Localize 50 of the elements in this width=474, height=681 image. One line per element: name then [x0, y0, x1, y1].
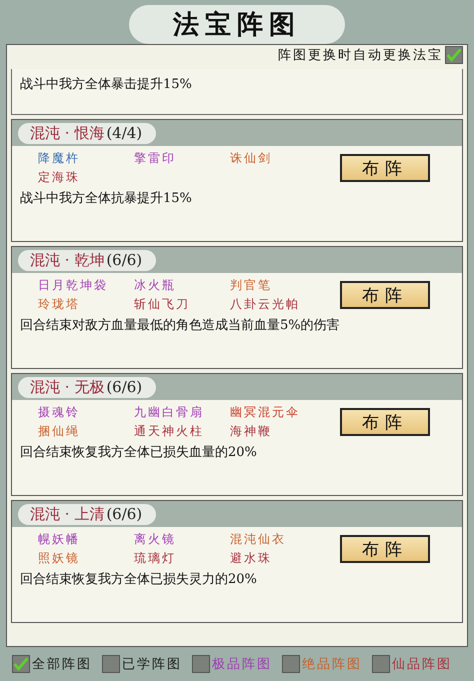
- treasure-name: 九幽白骨扇: [134, 404, 205, 421]
- treasure-name: 琉璃灯: [134, 550, 177, 567]
- treasure-name: 海神鞭: [230, 423, 273, 440]
- filter-label: 绝品阵图: [302, 656, 362, 673]
- formation-title: 混沌 · 乾坤(6/6): [18, 250, 156, 270]
- formation-title: 混沌 · 恨海(4/4): [18, 122, 156, 144]
- checkmark-icon: [13, 656, 29, 672]
- effect-text: 回合结束恢复我方全体已损失血量的20%: [19, 444, 258, 462]
- treasure-name: 捆仙绳: [38, 423, 81, 440]
- deploy-button[interactable]: 布阵: [340, 535, 430, 563]
- deploy-button[interactable]: 布阵: [340, 154, 430, 182]
- treasure-name: 定海珠: [38, 169, 81, 186]
- effect-text: 战斗中我方全体抗暴提升15%: [19, 190, 193, 208]
- treasure-name: 通天神火柱: [134, 423, 205, 440]
- filter-label: 全部阵图: [32, 656, 92, 673]
- filter-checkbox[interactable]: [282, 655, 300, 673]
- filter-checkbox[interactable]: [192, 655, 210, 673]
- treasure-name: 离火镜: [134, 531, 177, 548]
- treasure-name: 幽冥混元伞: [230, 404, 301, 421]
- treasure-name: 诛仙剑: [230, 150, 273, 167]
- checkmark-icon: [446, 47, 462, 63]
- effect-text: 战斗中我方全体暴击提升15%: [20, 77, 192, 92]
- effect-text: 回合结束对敌方血量最低的角色造成当前血量5%的伤害: [19, 317, 341, 335]
- window-title: 法宝阵图: [129, 4, 345, 44]
- auto-switch-label: 阵图更换时自动更换法宝: [278, 47, 443, 64]
- auto-switch-checkbox[interactable]: [445, 46, 463, 64]
- treasure-name: 斩仙飞刀: [134, 296, 191, 313]
- treasure-name: 照妖镜: [38, 550, 81, 567]
- filter-label: 极品阵图: [212, 656, 272, 673]
- treasure-name: 八卦云光帕: [230, 296, 301, 313]
- treasure-name: 判官笔: [230, 277, 273, 294]
- treasure-name: 擎雷印: [134, 150, 177, 167]
- deploy-button[interactable]: 布阵: [340, 281, 430, 309]
- filter-label: 仙品阵图: [392, 656, 452, 673]
- treasure-name: 玲珑塔: [38, 296, 81, 313]
- effect-text: 回合结束恢复我方全体已损失灵力的20%: [19, 571, 258, 589]
- filter-label: 已学阵图: [122, 656, 182, 673]
- formation-title: 混沌 · 上清(6/6): [18, 504, 156, 524]
- treasure-name: 避水珠: [230, 550, 273, 567]
- treasure-name: 降魔杵: [38, 150, 81, 167]
- filter-checkbox[interactable]: [102, 655, 120, 673]
- treasure-name: 幌妖幡: [38, 531, 81, 548]
- filter-checkbox[interactable]: [12, 655, 30, 673]
- formation-title: 混沌 · 无极(6/6): [18, 376, 156, 398]
- deploy-button[interactable]: 布阵: [340, 408, 430, 436]
- filter-checkbox[interactable]: [372, 655, 390, 673]
- treasure-name: 摄魂铃: [38, 404, 81, 421]
- treasure-name: 冰火瓶: [134, 277, 177, 294]
- treasure-name: 日月乾坤袋: [38, 277, 109, 294]
- treasure-name: 混沌仙衣: [230, 531, 287, 548]
